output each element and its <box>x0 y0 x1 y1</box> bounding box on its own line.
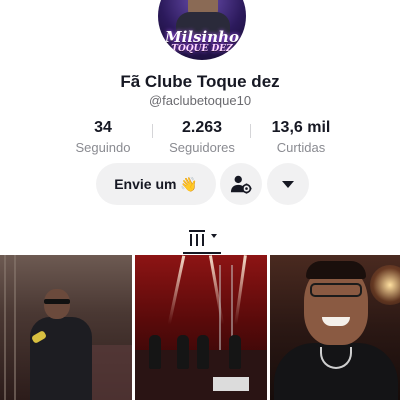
tab-active-indicator <box>183 252 221 254</box>
profile-avatar[interactable]: Milsinho TOQUE DEZ <box>156 0 248 62</box>
avatar-logo-main: Milsinho <box>165 28 239 46</box>
band-member <box>197 335 209 369</box>
tab-dropdown-icon <box>210 234 217 238</box>
stat-likes[interactable]: 13,6 mil Curtidas <box>256 119 346 155</box>
band-member <box>177 335 189 369</box>
tab-videos[interactable] <box>183 222 221 254</box>
username-handle: @faclubetoque10 <box>148 93 252 108</box>
video-grid <box>0 255 400 400</box>
add-friend-icon <box>230 175 252 194</box>
more-options-button[interactable] <box>267 163 309 205</box>
stage-light <box>167 255 186 325</box>
stage-monitor <box>213 377 249 391</box>
singer-glasses <box>44 299 70 304</box>
display-name: Fã Clube Toque dez <box>120 72 280 91</box>
stats-divider <box>152 124 153 138</box>
stat-following[interactable]: 34 Seguindo <box>58 119 148 155</box>
message-button[interactable]: Envie um 👋 <box>96 163 216 205</box>
avatar-logo-sub: TOQUE DEZ <box>171 44 233 54</box>
stat-likes-label: Curtidas <box>276 140 326 155</box>
singer-hair <box>306 261 366 279</box>
stage-light <box>234 255 247 325</box>
add-friend-button[interactable] <box>220 163 262 205</box>
video-thumbnail[interactable] <box>0 255 132 400</box>
stat-followers-label: Seguidores <box>169 140 235 155</box>
stat-likes-value: 13,6 mil <box>271 119 331 136</box>
singer-head <box>44 289 70 319</box>
singer-glasses <box>310 283 362 297</box>
stat-following-label: Seguindo <box>75 140 131 155</box>
video-grid-icon <box>188 230 205 246</box>
band-member <box>149 335 161 369</box>
chevron-down-icon <box>282 180 294 188</box>
profile-stats: 34 Seguindo 2.263 Seguidores 13,6 mil Cu… <box>0 119 400 159</box>
stat-followers[interactable]: 2.263 Seguidores <box>157 119 247 155</box>
stat-following-value: 34 <box>94 119 112 136</box>
avatar-image: Milsinho TOQUE DEZ <box>158 0 246 60</box>
band-member <box>229 335 241 369</box>
singer-body <box>30 317 92 400</box>
avatar-logo: Milsinho TOQUE DEZ <box>165 30 239 54</box>
stage-truss <box>4 255 16 400</box>
stat-followers-value: 2.263 <box>181 119 223 136</box>
profile-tab-bar <box>0 222 400 254</box>
spotlight <box>370 265 400 305</box>
video-thumbnail[interactable] <box>270 255 400 400</box>
video-thumbnail[interactable] <box>135 255 267 400</box>
stats-divider <box>250 124 251 138</box>
